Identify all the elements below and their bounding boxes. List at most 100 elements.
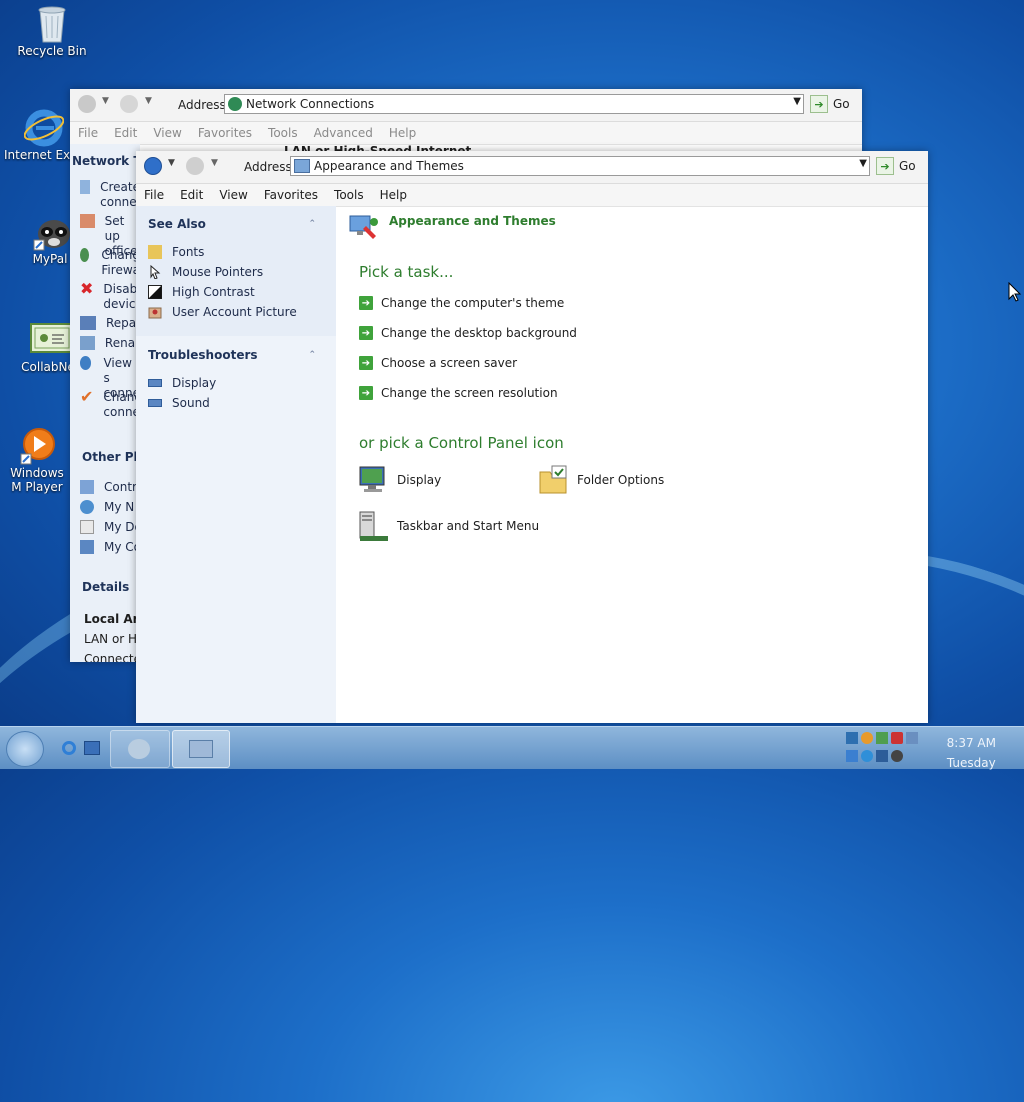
menu-file[interactable]: File	[70, 126, 106, 140]
cp-icon-folder-options[interactable]: Folder Options	[538, 464, 664, 496]
task-view-status[interactable]: View s conne	[80, 356, 140, 400]
details-connection-type: LAN or Hi	[84, 632, 140, 646]
forward-button[interactable]	[186, 157, 204, 175]
appearance-themes-icon	[348, 212, 380, 242]
task-change-settings[interactable]: ✔ Chanc conne	[80, 387, 140, 424]
menu-help[interactable]: Help	[372, 188, 415, 202]
go-label: Go	[833, 97, 850, 111]
system-tray	[846, 732, 920, 764]
task-rename[interactable]: Renar	[80, 336, 140, 356]
task-choose-screen-saver[interactable]: ➔ Choose a screen saver	[359, 348, 577, 378]
tray-device-icon[interactable]	[876, 749, 888, 762]
back-button[interactable]	[144, 157, 162, 175]
menu-view[interactable]: View	[211, 188, 255, 202]
pick-task-heading: Pick a task...	[359, 263, 454, 281]
appearance-and-themes-window[interactable]: ▼ ▼ Address Appearance and Themes ▼ ➔ Go…	[136, 151, 928, 723]
control-panel-icon	[294, 159, 310, 173]
back-history-dropdown-icon[interactable]: ▼	[168, 158, 175, 168]
tray-update-icon[interactable]	[861, 732, 873, 744]
cp-icon-taskbar-start-menu[interactable]: Taskbar and Start Menu	[358, 510, 539, 542]
task-disable-device[interactable]: ✖ Disab device	[80, 281, 140, 316]
control-panel-icon	[80, 480, 94, 494]
menu-file[interactable]: File	[136, 188, 172, 202]
address-label: Address	[244, 160, 292, 174]
address-dropdown-icon[interactable]: ▼	[793, 96, 801, 107]
place-my-network[interactable]: My N	[80, 497, 140, 517]
address-text: Appearance and Themes	[314, 159, 464, 173]
menu-tools[interactable]: Tools	[260, 126, 306, 140]
see-also-header[interactable]: See Also ⌃	[148, 217, 316, 231]
task-change-screen-resolution[interactable]: ➔ Change the screen resolution	[359, 378, 577, 408]
link-user-account-picture[interactable]: User Account Picture	[148, 302, 297, 322]
tray-app-icon[interactable]	[891, 749, 903, 762]
place-my-documents[interactable]: My Do	[80, 517, 140, 537]
collapse-chevron-icon[interactable]: ⌃	[308, 219, 316, 229]
desktop-icon-windows-media-player[interactable]: Windows M Player	[4, 426, 70, 494]
menu-edit[interactable]: Edit	[106, 126, 145, 140]
see-also-list: Fonts Mouse Pointers High Contrast User …	[148, 242, 297, 322]
tray-security-icon[interactable]	[876, 732, 888, 744]
link-high-contrast[interactable]: High Contrast	[148, 282, 297, 302]
link-fonts[interactable]: Fonts	[148, 242, 297, 262]
quick-launch-ie-icon[interactable]	[62, 741, 76, 755]
menu-favorites[interactable]: Favorites	[256, 188, 326, 202]
menu-tools[interactable]: Tools	[326, 188, 372, 202]
tray-clock[interactable]: 8:37 AM Tuesday	[947, 733, 996, 773]
desktop-icon-label: CollabNe	[21, 360, 75, 374]
other-places-title: Other Plac	[82, 450, 140, 464]
menu-edit[interactable]: Edit	[172, 188, 211, 202]
go-arrow-icon: ➔	[810, 95, 828, 113]
task-repair[interactable]: Repai	[80, 316, 140, 336]
troubleshooters-header[interactable]: Troubleshooters ⌃	[148, 348, 316, 362]
desktop-icon-internet-explorer[interactable]: Internet Expl	[4, 108, 80, 162]
menu-favorites[interactable]: Favorites	[190, 126, 260, 140]
forward-history-dropdown-icon[interactable]: ▼	[211, 158, 218, 168]
link-sound-troubleshooter[interactable]: Sound	[148, 393, 216, 413]
link-display-troubleshooter[interactable]: Display	[148, 373, 216, 393]
taskbar-button-network-connections[interactable]	[110, 730, 170, 768]
task-change-desktop-background[interactable]: ➔ Change the desktop background	[359, 318, 577, 348]
menu-view[interactable]: View	[145, 126, 189, 140]
collapse-chevron-icon[interactable]: ⌃	[308, 350, 316, 360]
menu-help[interactable]: Help	[381, 126, 424, 140]
details-title: Details	[82, 580, 130, 594]
quick-launch-show-desktop-icon[interactable]	[84, 741, 100, 755]
network-connections-icon	[128, 739, 150, 759]
address-bar[interactable]: Appearance and Themes ▼	[290, 156, 870, 176]
place-control-panel[interactable]: Contr	[80, 477, 140, 497]
cp-icon-display[interactable]: Display	[358, 464, 441, 496]
firewall-globe-icon	[80, 248, 90, 262]
address-bar[interactable]: Network Connections ▼	[224, 94, 804, 114]
my-network-icon	[80, 500, 94, 514]
menu-advanced[interactable]: Advanced	[306, 126, 381, 140]
link-mouse-pointers[interactable]: Mouse Pointers	[148, 262, 297, 282]
back-history-dropdown-icon[interactable]: ▼	[102, 96, 109, 106]
task-setup-office[interactable]: Set up office	[80, 214, 140, 258]
tray-network-icon[interactable]	[846, 732, 858, 744]
task-create-connection[interactable]: Create conne	[80, 180, 140, 214]
back-button[interactable]	[78, 95, 96, 113]
go-arrow-icon: ➔	[876, 157, 894, 175]
tray-connection-icon[interactable]	[861, 749, 873, 762]
place-my-computer[interactable]: My Co	[80, 537, 140, 557]
see-also-title: See Also	[148, 217, 206, 231]
desktop-icon-recycle-bin[interactable]: Recycle Bin	[12, 4, 92, 58]
start-button[interactable]	[6, 731, 44, 767]
go-button[interactable]: ➔ Go	[810, 95, 850, 113]
status-globe-icon	[80, 356, 92, 370]
taskbar-button-appearance-themes[interactable]	[172, 730, 230, 768]
appearance-themes-icon	[189, 740, 213, 758]
tray-volume-icon[interactable]	[846, 749, 858, 762]
address-dropdown-icon[interactable]: ▼	[859, 158, 867, 169]
tray-display-icon[interactable]	[906, 732, 918, 744]
task-change-theme[interactable]: ➔ Change the computer's theme	[359, 288, 577, 318]
mouse-cursor-icon	[1008, 281, 1022, 305]
task-change-firewall[interactable]: Chang Firewa	[80, 248, 140, 282]
tray-alert-icon[interactable]	[891, 732, 903, 744]
go-button[interactable]: ➔ Go	[876, 157, 916, 175]
forward-history-dropdown-icon[interactable]: ▼	[145, 96, 152, 106]
checkmark-icon: ✔	[80, 387, 94, 406]
desktop-icon-collabnet[interactable]: CollabNe	[20, 320, 76, 374]
collabnet-certificate-icon	[30, 320, 74, 356]
forward-button[interactable]	[120, 95, 138, 113]
